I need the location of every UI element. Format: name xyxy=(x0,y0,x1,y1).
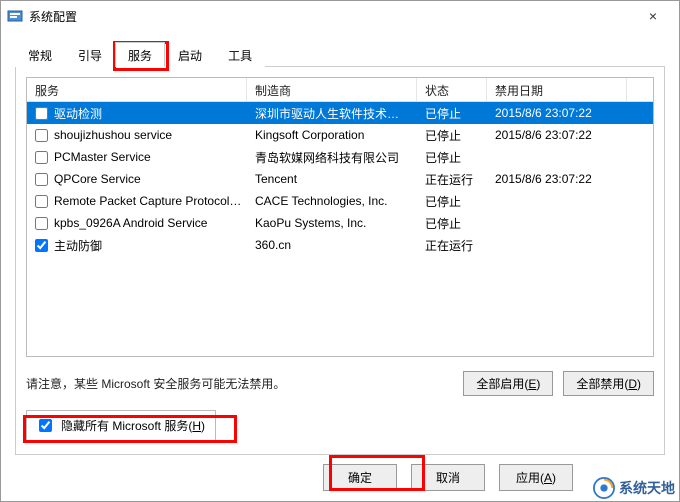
service-checkbox[interactable] xyxy=(35,129,48,142)
table-row[interactable]: 主动防御 360.cn正在运行 xyxy=(27,234,653,256)
cell-disable-date: 2015/8/6 23:07:22 xyxy=(487,170,627,188)
cell-service: PCMaster Service xyxy=(27,148,247,166)
tab-boot[interactable]: 引导 xyxy=(65,42,115,67)
disable-all-button[interactable]: 全部禁用(D) xyxy=(563,371,654,396)
cell-disable-date xyxy=(487,221,627,225)
hide-ms-checkbox[interactable] xyxy=(39,419,52,432)
cell-disable-date xyxy=(487,199,627,203)
window-title: 系统配置 xyxy=(29,8,633,25)
services-listview[interactable]: 服务 制造商 状态 禁用日期 驱动检测深圳市驱动人生软件技术有限…已停止2015… xyxy=(26,77,654,357)
service-name: 主动防御 xyxy=(54,237,102,254)
cell-disable-date xyxy=(487,155,627,159)
service-checkbox[interactable] xyxy=(35,107,48,120)
cell-status: 已停止 xyxy=(417,213,487,234)
service-checkbox[interactable] xyxy=(35,195,48,208)
cell-service: 主动防御 xyxy=(27,235,247,256)
cell-disable-date: 2015/8/6 23:07:22 xyxy=(487,104,627,122)
cell-disable-date: 2015/8/6 23:07:22 xyxy=(487,126,627,144)
service-name: PCMaster Service xyxy=(54,150,151,164)
service-name: 驱动检测 xyxy=(54,105,102,122)
service-checkbox[interactable] xyxy=(35,239,48,252)
note-text: 请注意，某些 Microsoft 安全服务可能无法禁用。 xyxy=(26,375,285,392)
enable-all-button[interactable]: 全部启用(E) xyxy=(463,371,553,396)
table-row[interactable]: PCMaster Service 青岛软媒网络科技有限公司已停止 xyxy=(27,146,653,168)
cell-manufacturer: CACE Technologies, Inc. xyxy=(247,192,417,210)
cell-status: 已停止 xyxy=(417,147,487,168)
watermark-icon xyxy=(593,477,615,499)
cell-service: kpbs_0926A Android Service xyxy=(27,214,247,232)
cell-status: 已停止 xyxy=(417,125,487,146)
close-icon: × xyxy=(649,8,657,24)
cell-manufacturer: 360.cn xyxy=(247,236,417,254)
tab-strip: 常规 引导 服务 启动 工具 xyxy=(15,41,665,67)
table-row[interactable]: QPCore Service Tencent正在运行2015/8/6 23:07:… xyxy=(27,168,653,190)
bulk-buttons: 全部启用(E) 全部禁用(D) xyxy=(463,371,654,396)
col-header-status[interactable]: 状态 xyxy=(417,78,487,101)
cell-service: shoujizhushou service xyxy=(27,126,247,144)
service-checkbox[interactable] xyxy=(35,173,48,186)
ok-button[interactable]: 确定 xyxy=(323,464,397,491)
titlebar: 系统配置 × xyxy=(1,1,679,31)
cell-service: Remote Packet Capture Protocol… xyxy=(27,192,247,210)
cancel-button[interactable]: 取消 xyxy=(411,464,485,491)
table-row[interactable]: shoujizhushou service Kingsoft Corporatio… xyxy=(27,124,653,146)
watermark: 系统天地 xyxy=(593,477,675,499)
cell-service: 驱动检测 xyxy=(27,103,247,124)
msconfig-icon xyxy=(7,8,23,24)
tab-tools[interactable]: 工具 xyxy=(215,42,265,67)
cell-manufacturer: KaoPu Systems, Inc. xyxy=(247,214,417,232)
cell-manufacturer: Kingsoft Corporation xyxy=(247,126,417,144)
watermark-text: 系统天地 xyxy=(619,478,675,498)
cell-status: 正在运行 xyxy=(417,169,487,190)
tab-general[interactable]: 常规 xyxy=(15,42,65,67)
service-name: QPCore Service xyxy=(54,172,141,186)
apply-button[interactable]: 应用(A) xyxy=(499,464,573,491)
service-checkbox[interactable] xyxy=(35,217,48,230)
hide-ms-group: 隐藏所有 Microsoft 服务(H) xyxy=(26,410,216,441)
note-row: 请注意，某些 Microsoft 安全服务可能无法禁用。 全部启用(E) 全部禁… xyxy=(26,371,654,396)
msconfig-window: 系统配置 × 常规 引导 服务 启动 工具 服务 制造商 状态 禁用日期 驱动检… xyxy=(0,0,680,502)
table-row[interactable]: Remote Packet Capture Protocol… CACE Tech… xyxy=(27,190,653,212)
col-header-disable-date[interactable]: 禁用日期 xyxy=(487,78,627,101)
cell-manufacturer: 青岛软媒网络科技有限公司 xyxy=(247,147,417,168)
cell-manufacturer: 深圳市驱动人生软件技术有限… xyxy=(247,103,417,124)
service-name: Remote Packet Capture Protocol… xyxy=(54,194,241,208)
hide-ms-label[interactable]: 隐藏所有 Microsoft 服务(H) xyxy=(61,417,205,434)
service-name: shoujizhushou service xyxy=(54,128,172,142)
list-header: 服务 制造商 状态 禁用日期 xyxy=(27,78,653,102)
cell-status: 已停止 xyxy=(417,191,487,212)
col-header-service[interactable]: 服务 xyxy=(27,78,247,101)
cell-status: 正在运行 xyxy=(417,235,487,256)
table-row[interactable]: 驱动检测 深圳市驱动人生软件技术有限…已停止2015/8/6 23:07:22 xyxy=(27,102,653,124)
cell-status: 已停止 xyxy=(417,103,487,124)
content-area: 常规 引导 服务 启动 工具 服务 制造商 状态 禁用日期 驱动检测 深圳市驱动人… xyxy=(1,31,679,455)
service-name: kpbs_0926A Android Service xyxy=(54,216,207,230)
cell-service: QPCore Service xyxy=(27,170,247,188)
close-button[interactable]: × xyxy=(633,2,673,30)
tab-startup[interactable]: 启动 xyxy=(165,42,215,67)
cell-manufacturer: Tencent xyxy=(247,170,417,188)
cell-disable-date xyxy=(487,243,627,247)
table-row[interactable]: kpbs_0926A Android Service KaoPu Systems,… xyxy=(27,212,653,234)
list-body: 驱动检测深圳市驱动人生软件技术有限…已停止2015/8/6 23:07:22sh… xyxy=(27,102,653,357)
service-checkbox[interactable] xyxy=(35,151,48,164)
col-header-manufacturer[interactable]: 制造商 xyxy=(247,78,417,101)
services-panel: 服务 制造商 状态 禁用日期 驱动检测深圳市驱动人生软件技术有限…已停止2015… xyxy=(15,67,665,455)
tab-services[interactable]: 服务 xyxy=(115,42,165,67)
